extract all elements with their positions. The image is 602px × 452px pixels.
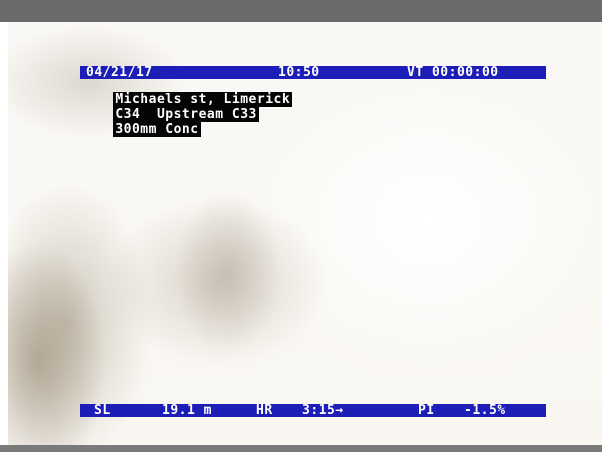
osd-sl-label: SL (94, 403, 111, 418)
osd-pi-label: PI (418, 403, 435, 418)
osd-header-band: 04/21/17 10:50 VT 00:00:00 (80, 66, 546, 79)
osd-time: 10:50 (278, 65, 320, 80)
osd-pi-value: -1.5% (464, 403, 506, 418)
top-letterbox-bar (0, 0, 602, 22)
bottom-letterbox-bar (0, 445, 602, 452)
inspection-frame: 04/21/17 10:50 VT 00:00:00 Michaels st, … (0, 0, 602, 452)
pipe-interior-shadow (158, 162, 298, 382)
osd-sl-value: 19.1 m (162, 403, 212, 418)
osd-pipe: 300mm Conc (113, 122, 201, 137)
osd-pipe-line: 300mm Conc (80, 110, 201, 149)
osd-video-time: VT 00:00:00 (407, 65, 499, 80)
osd-hr-label: HR (256, 403, 273, 418)
osd-hr-value: 3:15→ (302, 403, 344, 418)
osd-footer-band: SL 19.1 m HR 3:15→ PI -1.5% (80, 404, 546, 417)
osd-date: 04/21/17 (86, 65, 153, 80)
